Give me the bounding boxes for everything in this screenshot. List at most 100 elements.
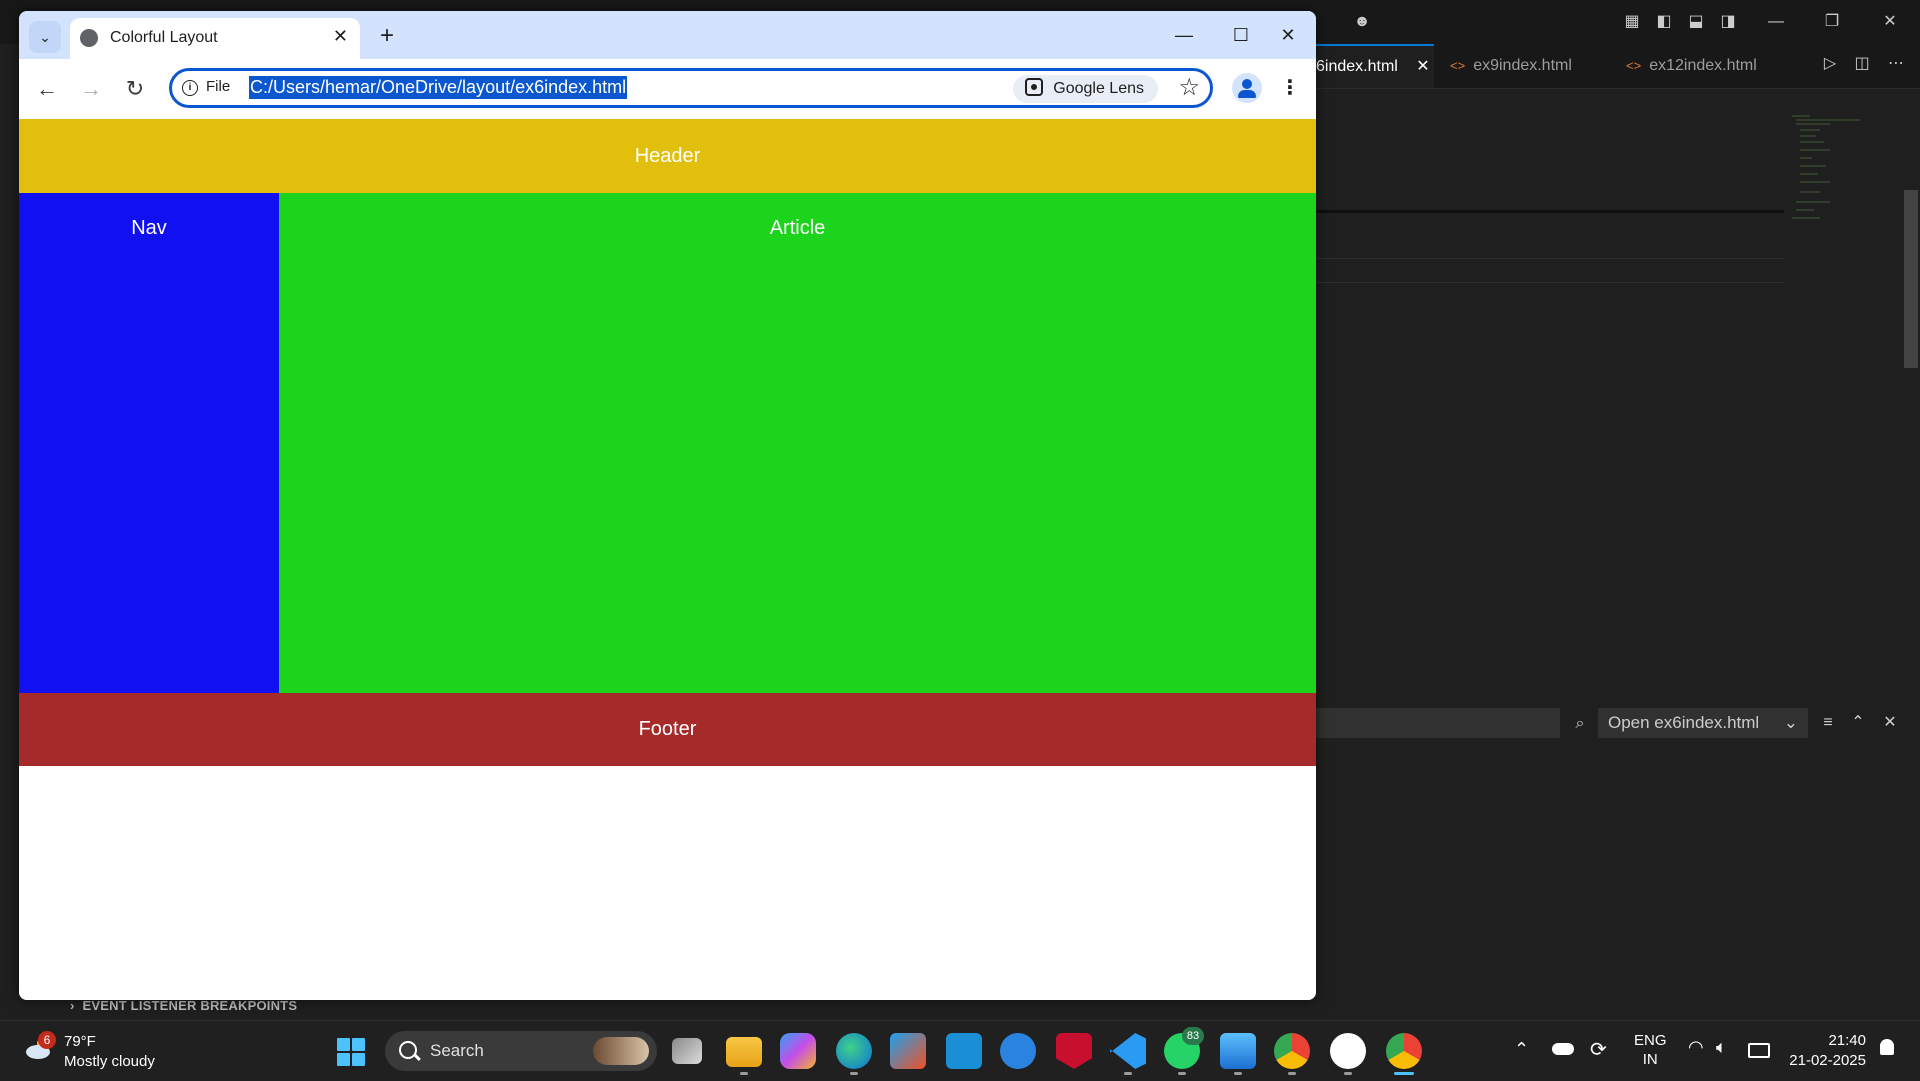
myhp-icon[interactable]	[946, 1033, 982, 1069]
split-editor-icon[interactable]: ◫	[1850, 52, 1874, 76]
file-explorer-icon[interactable]	[726, 1037, 762, 1067]
language-indicator[interactable]: ENG IN	[1634, 1031, 1667, 1069]
tab-search-button[interactable]: ⌄	[29, 21, 61, 53]
github-icon[interactable]	[1330, 1033, 1366, 1069]
battery-icon[interactable]	[1748, 1043, 1770, 1058]
google-lens-button[interactable]: Google Lens	[1013, 75, 1158, 103]
running-indicator	[1344, 1072, 1352, 1075]
chevron-up-icon[interactable]: ⌃	[1846, 711, 1870, 735]
task-view-icon[interactable]	[672, 1038, 702, 1064]
info-icon[interactable]: i	[182, 80, 198, 96]
photos-icon[interactable]	[1220, 1033, 1256, 1069]
lang-line2: IN	[1642, 1051, 1658, 1068]
divider	[1316, 210, 1784, 213]
editor-tab-ex12index[interactable]: <> ex12index.html	[1626, 44, 1757, 88]
search-label: Search	[430, 1041, 484, 1060]
close-icon[interactable]: ✕	[1416, 58, 1429, 75]
new-tab-button[interactable]: +	[372, 21, 402, 51]
weather-temp: 79°F	[64, 1033, 96, 1050]
star-icon[interactable]: ☆	[1178, 73, 1200, 102]
taskbar-search[interactable]: Search	[385, 1031, 657, 1071]
vscode-close-icon[interactable]: ✕	[1878, 10, 1902, 34]
more-actions-icon[interactable]: ⋯	[1884, 52, 1908, 76]
chevron-down-icon: ⌄	[1783, 713, 1798, 732]
browser-tab[interactable]: Colorful Layout ✕	[70, 18, 360, 59]
store-icon[interactable]	[890, 1033, 926, 1069]
copilot-icon[interactable]: ☻	[1350, 10, 1374, 34]
page-header: Header	[19, 119, 1316, 193]
toggle-secondary-sidebar-icon[interactable]: ◨	[1716, 10, 1740, 34]
editor-tab-ex9index[interactable]: <> ex9index.html	[1450, 44, 1572, 88]
chevron-up-icon[interactable]: ⌃	[1514, 1039, 1529, 1060]
close-window-icon[interactable]: ✕	[1273, 23, 1303, 47]
copilot-icon[interactable]	[780, 1033, 816, 1069]
chrome-icon[interactable]	[1386, 1033, 1422, 1069]
back-icon[interactable]: ←	[31, 73, 63, 105]
running-indicator	[1178, 1072, 1186, 1075]
article-label: Article	[769, 217, 826, 239]
vscode-icon[interactable]	[1110, 1033, 1146, 1069]
active-indicator	[1394, 1072, 1414, 1075]
running-indicator	[850, 1072, 858, 1075]
url-text[interactable]: C:/Users/hemar/OneDrive/layout/ex6index.…	[249, 76, 628, 99]
volume-icon[interactable]: 🔈︎	[1716, 1037, 1727, 1058]
mcafee-icon[interactable]	[1056, 1033, 1092, 1069]
help-icon[interactable]	[1000, 1033, 1036, 1069]
edge-icon[interactable]	[836, 1033, 872, 1069]
minimap[interactable]	[1790, 112, 1870, 222]
scheme-chip[interactable]: File	[206, 78, 230, 95]
close-panel-icon[interactable]: ✕	[1878, 711, 1902, 735]
search-icon	[399, 1041, 417, 1059]
reload-icon[interactable]: ↻	[119, 73, 151, 105]
clear-output-icon[interactable]: ≡	[1816, 711, 1840, 735]
forward-icon[interactable]: →	[75, 73, 107, 105]
tab-strip: ⌄ Colorful Layout ✕ + — ☐ ✕	[19, 11, 1316, 59]
minimize-icon[interactable]: —	[1169, 23, 1199, 47]
page-nav: Nav	[19, 193, 279, 693]
vscode-restore-icon[interactable]: ❐	[1820, 10, 1844, 34]
editor-scrollbar[interactable]	[1904, 190, 1918, 368]
lens-icon	[1025, 78, 1044, 96]
search-icon[interactable]: ⌕	[1568, 712, 1592, 736]
editor-tab-label: ex9index.html	[1473, 57, 1572, 74]
page-footer: Footer	[19, 693, 1316, 766]
time: 21:40	[1828, 1032, 1866, 1049]
onedrive-icon[interactable]	[1552, 1043, 1574, 1055]
clock[interactable]: 21:40 21-02-2025	[1786, 1031, 1866, 1071]
panel-dropdown-label: Open ex6index.html	[1608, 713, 1760, 732]
address-bar[interactable]: i File C:/Users/hemar/OneDrive/layout/ex…	[169, 68, 1213, 108]
chevron-down-icon: ⌄	[39, 29, 51, 45]
panel-filter-input[interactable]	[1316, 708, 1560, 738]
editor-tabs: 6index.html ✕ <> ex9index.html <> ex12inde…	[1316, 44, 1920, 89]
wifi-icon[interactable]: ◠	[1688, 1037, 1704, 1058]
page-viewport: Header Nav Article Footer	[19, 119, 1316, 1000]
maximize-icon[interactable]: ☐	[1226, 23, 1256, 47]
notification-bell-icon[interactable]	[1880, 1039, 1894, 1055]
editor-tab-ex6index[interactable]: 6index.html ✕	[1316, 44, 1434, 88]
search-highlight-image	[593, 1037, 649, 1065]
footer-label: Footer	[638, 718, 697, 740]
running-indicator	[740, 1072, 748, 1075]
running-indicator	[1288, 1072, 1296, 1075]
run-icon[interactable]: ▷	[1818, 52, 1842, 76]
customize-layout-icon[interactable]: ▦	[1620, 10, 1644, 34]
editor-tab-label: 6index.html	[1316, 58, 1398, 75]
avatar[interactable]	[1232, 73, 1262, 103]
whatsapp-badge: 83	[1182, 1027, 1204, 1045]
toggle-sidebar-icon[interactable]: ◧	[1652, 10, 1676, 34]
chrome-profile-icon[interactable]	[1274, 1033, 1310, 1069]
toggle-panel-icon[interactable]: ⬓	[1684, 10, 1708, 34]
sync-icon[interactable]: ⟳	[1590, 1037, 1607, 1062]
lang-line1: ENG	[1634, 1032, 1667, 1049]
editor-tab-label: ex12index.html	[1649, 57, 1757, 74]
vscode-minimize-icon[interactable]: —	[1764, 10, 1788, 34]
kebab-menu-icon[interactable]: ⋮	[1280, 73, 1300, 103]
nav-label: Nav	[131, 217, 167, 239]
panel-dropdown[interactable]: Open ex6index.html ⌄	[1598, 708, 1808, 738]
event-listener-breakpoints-section[interactable]: › EVENT LISTENER BREAKPOINTS	[70, 998, 297, 1013]
globe-icon	[80, 29, 98, 47]
close-icon[interactable]: ✕	[333, 26, 348, 47]
date: 21-02-2025	[1789, 1052, 1866, 1069]
weather-badge: 6	[38, 1031, 56, 1049]
windows-start-icon[interactable]	[337, 1038, 365, 1066]
